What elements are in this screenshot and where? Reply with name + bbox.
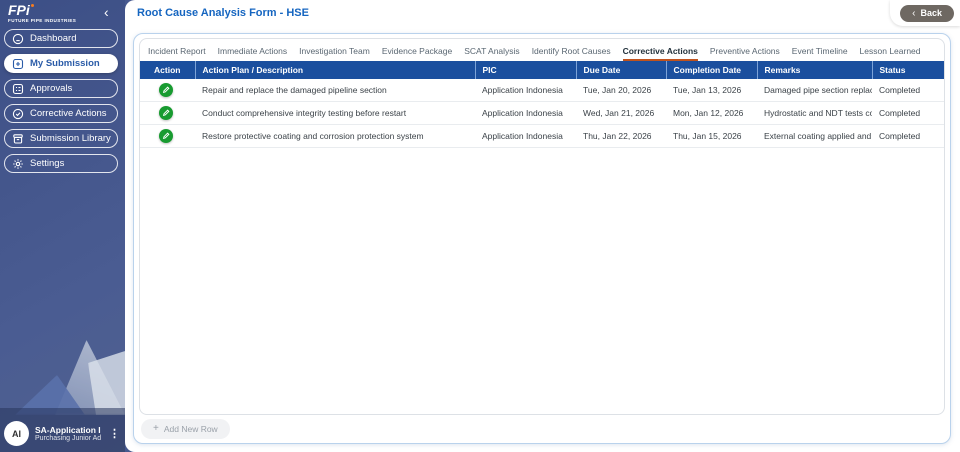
- user-meta: SA-Application Ind... Purchasing Junior …: [35, 425, 101, 442]
- form-card: Incident Report Immediate Actions Invest…: [133, 33, 951, 444]
- sidebar-item-label: Approvals: [30, 83, 73, 94]
- tab-identify-root-causes[interactable]: Identify Root Causes: [532, 46, 611, 61]
- add-new-row-label: Add New Row: [163, 424, 218, 434]
- back-button[interactable]: ‹ Back: [900, 4, 954, 22]
- cell-plan: Conduct comprehensive integrity testing …: [195, 101, 475, 125]
- dashboard-icon: [12, 33, 24, 44]
- sidebar-item-my-submission[interactable]: My Submission: [4, 54, 118, 73]
- column-header-action: Action: [140, 61, 196, 79]
- pencil-icon: [162, 132, 169, 140]
- sidebar-item-settings[interactable]: Settings: [4, 154, 118, 173]
- back-button-container: ‹ Back: [890, 0, 960, 26]
- sidebar-nav: Dashboard My Submission Approvals Correc…: [4, 29, 118, 179]
- cell-pic: Application Indonesia: [475, 101, 576, 125]
- table-row: Restore protective coating and corrosion…: [140, 124, 944, 148]
- tab-lesson-learned[interactable]: Lesson Learned: [860, 46, 921, 61]
- pencil-icon: [162, 86, 169, 94]
- checklist-icon: [12, 83, 24, 94]
- cell-status: Completed: [872, 101, 944, 125]
- archive-box-icon: [13, 133, 23, 144]
- brand-logo: FPi FUTURE PIPE INDUSTRIES: [8, 2, 77, 23]
- sidebar-collapse-icon[interactable]: ‹: [104, 4, 109, 20]
- cell-pic: Application Indonesia: [475, 79, 576, 102]
- brand-dot: [31, 4, 34, 7]
- sidebar-item-label: Corrective Actions: [30, 108, 107, 119]
- column-header-due-date: Due Date: [576, 61, 667, 79]
- cell-due-date: Thu, Jan 22, 2026: [576, 124, 666, 148]
- user-profile[interactable]: AI SA-Application Ind... Purchasing Juni…: [4, 421, 122, 446]
- row-action-cell: [140, 101, 195, 125]
- sidebar-decoration: [15, 375, 85, 415]
- add-new-row-button[interactable]: + Add New Row: [141, 419, 230, 439]
- submission-plus-icon: [12, 58, 24, 69]
- sidebar-item-corrective-actions[interactable]: Corrective Actions: [4, 104, 118, 123]
- cell-completion-date: Thu, Jan 15, 2026: [666, 124, 757, 148]
- topbar: Root Cause Analysis Form - HSE ‹ Back: [125, 0, 960, 26]
- main-content: Root Cause Analysis Form - HSE ‹ Back In…: [125, 0, 960, 452]
- avatar: AI: [4, 421, 29, 446]
- column-header-plan: Action Plan / Description: [195, 61, 476, 79]
- edit-action-button[interactable]: [158, 106, 173, 120]
- table-row: Repair and replace the damaged pipeline …: [140, 79, 944, 102]
- brand-name: FPi: [8, 2, 30, 18]
- user-menu-icon[interactable]: ⋮: [107, 427, 122, 440]
- sidebar-item-dashboard[interactable]: Dashboard: [4, 29, 118, 48]
- tab-scat-analysis[interactable]: SCAT Analysis: [464, 46, 519, 61]
- table-header-row: Action Action Plan / Description PIC Due…: [140, 61, 944, 79]
- brand-tagline: FUTURE PIPE INDUSTRIES: [8, 18, 77, 23]
- column-header-completion-date: Completion Date: [666, 61, 758, 79]
- tab-bar: Incident Report Immediate Actions Invest…: [140, 39, 944, 61]
- row-action-cell: [140, 124, 195, 148]
- tab-preventive-actions[interactable]: Preventive Actions: [710, 46, 780, 61]
- sidebar-item-label: My Submission: [30, 58, 100, 69]
- edit-action-button[interactable]: [158, 129, 173, 143]
- cell-remarks: External coating applied and ca...: [757, 124, 872, 148]
- tab-immediate-actions[interactable]: Immediate Actions: [218, 46, 287, 61]
- column-header-remarks: Remarks: [757, 61, 873, 79]
- tab-incident-report[interactable]: Incident Report: [148, 46, 206, 61]
- column-header-status: Status: [872, 61, 944, 79]
- tab-event-timeline[interactable]: Event Timeline: [792, 46, 848, 61]
- corrective-actions-table: Action Action Plan / Description PIC Due…: [140, 61, 944, 148]
- cell-completion-date: Mon, Jan 12, 2026: [666, 101, 757, 125]
- page-title: Root Cause Analysis Form - HSE: [137, 7, 309, 19]
- tab-corrective-actions[interactable]: Corrective Actions: [622, 46, 698, 61]
- sidebar-item-label: Settings: [30, 158, 65, 169]
- row-action-cell: [140, 79, 195, 102]
- cell-plan: Restore protective coating and corrosion…: [195, 124, 475, 148]
- chevron-left-icon: ‹: [912, 7, 916, 19]
- cell-remarks: Hydrostatic and NDT tests com...: [757, 101, 872, 125]
- tab-panel: Incident Report Immediate Actions Invest…: [139, 38, 945, 415]
- tab-evidence-package[interactable]: Evidence Package: [382, 46, 452, 61]
- pencil-icon: [162, 109, 169, 117]
- cell-remarks: Damaged pipe section replace...: [757, 79, 872, 102]
- sidebar-decoration: [88, 350, 125, 415]
- tab-investigation-team[interactable]: Investigation Team: [299, 46, 370, 61]
- cell-status: Completed: [872, 79, 944, 102]
- cell-completion-date: Tue, Jan 13, 2026: [666, 79, 757, 102]
- shield-check-icon: [12, 108, 24, 119]
- sidebar-decoration: [55, 340, 125, 415]
- table-row: Conduct comprehensive integrity testing …: [140, 101, 944, 125]
- gear-icon: [13, 158, 23, 169]
- cell-due-date: Wed, Jan 21, 2026: [576, 101, 666, 125]
- cell-pic: Application Indonesia: [475, 124, 576, 148]
- user-role: Purchasing Junior Admi...: [35, 435, 101, 442]
- plus-icon: +: [153, 423, 159, 434]
- user-name: SA-Application Ind...: [35, 425, 101, 435]
- sidebar-item-label: Submission Library: [30, 133, 111, 144]
- sidebar-item-approvals[interactable]: Approvals: [4, 79, 118, 98]
- column-header-pic: PIC: [475, 61, 577, 79]
- cell-due-date: Tue, Jan 20, 2026: [576, 79, 666, 102]
- edit-action-button[interactable]: [158, 83, 173, 97]
- sidebar-item-label: Dashboard: [30, 33, 77, 44]
- cell-status: Completed: [872, 124, 944, 148]
- back-button-label: Back: [920, 8, 942, 18]
- sidebar: FPi FUTURE PIPE INDUSTRIES ‹ Dashboard M…: [0, 0, 125, 452]
- sidebar-item-submission-library[interactable]: Submission Library: [4, 129, 118, 148]
- cell-plan: Repair and replace the damaged pipeline …: [195, 79, 475, 102]
